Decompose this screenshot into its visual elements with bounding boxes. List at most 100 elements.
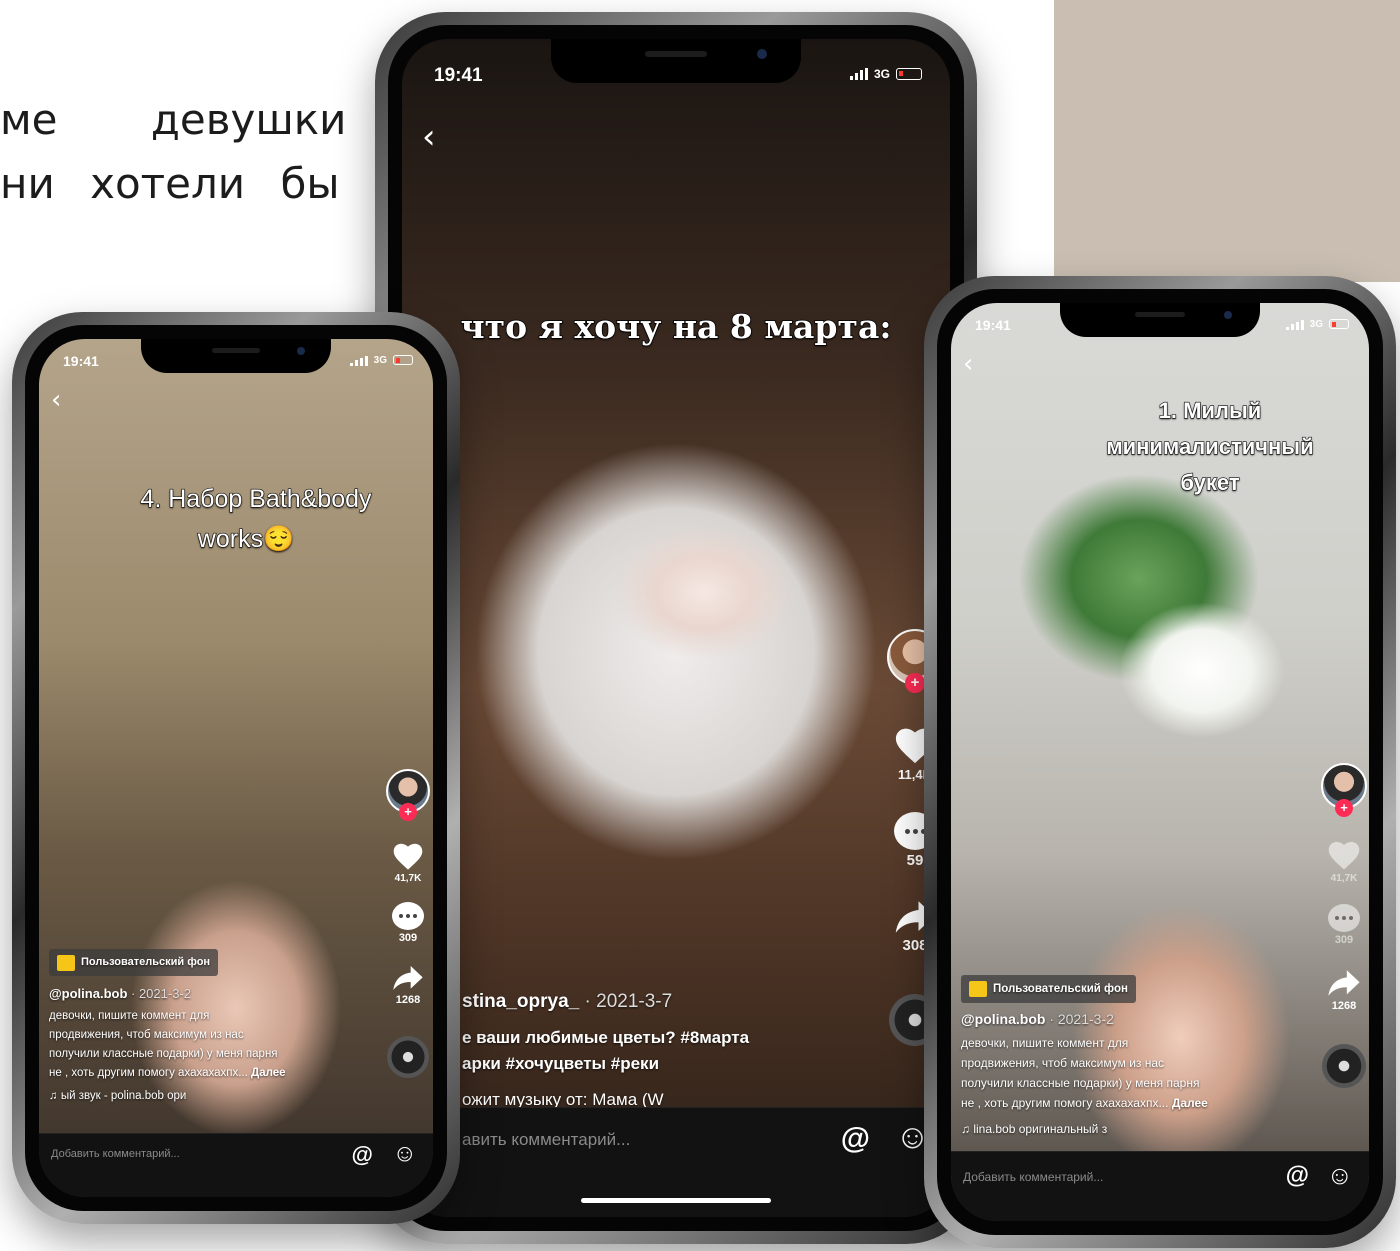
slide-text-line-1: ме девушки	[0, 95, 347, 144]
share-arrow-icon	[1328, 970, 1360, 996]
post-date: · 2021-3-2	[1049, 1011, 1114, 1027]
video-overlay-title: 4. Набор Bath&body works😌	[39, 479, 433, 559]
username[interactable]: @polina.bob	[961, 1011, 1045, 1027]
comment-count: 309	[1334, 934, 1354, 946]
music-disc-icon[interactable]	[387, 1036, 429, 1078]
follow-plus-icon[interactable]: +	[1335, 799, 1353, 817]
comment-bar: авить комментарий... @ ☺	[402, 1107, 950, 1217]
notch	[1060, 303, 1260, 337]
overlay-title-line: букет	[1180, 469, 1240, 495]
follow-plus-icon[interactable]: +	[399, 803, 417, 821]
username[interactable]: @polina.bob	[49, 986, 127, 1001]
comment-bubble-icon	[392, 902, 424, 930]
comment-bubble-icon	[1328, 904, 1360, 932]
username[interactable]: stina_oprya_	[462, 991, 579, 1012]
post-date: · 2021-3-2	[131, 985, 191, 1001]
video-info: Пользовательский фон @polina.bob · 2021-…	[49, 949, 359, 1106]
status-time: 19:41	[434, 65, 483, 86]
music-ticker[interactable]: ♫ ый звук - polina.bob ори	[49, 1087, 359, 1106]
caption-line: получили классные подарки) у меня парня	[961, 1076, 1200, 1090]
star-icon	[969, 981, 987, 997]
signal-icon	[349, 354, 368, 366]
back-chevron-icon[interactable]: ‹	[963, 349, 973, 379]
comment-button[interactable]: 309	[1328, 904, 1360, 946]
share-count: 1268	[1331, 1000, 1357, 1012]
network-label: 3G	[1309, 318, 1323, 330]
signal-icon	[1285, 318, 1304, 330]
heart-icon	[1328, 841, 1360, 870]
phone-right: 19:41 3G ‹ 1. Милый минималистичный буке…	[924, 276, 1396, 1248]
phone-left: 19:41 3G ‹ 4. Набор Bath&body works😌 + 4…	[12, 312, 460, 1224]
overlay-title-line: минималистичный	[1106, 433, 1314, 459]
caption-line: не , хоть другим помогу ахахахахпх...	[961, 1096, 1169, 1110]
caption-line: арки #хочуцветы #реки	[462, 1054, 660, 1073]
status-time: 19:41	[975, 317, 1011, 333]
music-label: ый звук - polina.bob ори	[60, 1089, 187, 1102]
video-screen-middle[interactable]: 19:41 3G ‹ что я хочу на 8 марта: + 11,4…	[402, 39, 950, 1217]
notch	[141, 339, 331, 373]
back-chevron-icon[interactable]: ‹	[422, 117, 436, 157]
like-button[interactable]: 41,7K	[1326, 839, 1362, 884]
mention-icon[interactable]: @	[841, 1122, 870, 1156]
phone-middle: 19:41 3G ‹ что я хочу на 8 марта: + 11,4…	[375, 12, 977, 1244]
comment-input[interactable]: авить комментарий...	[462, 1130, 630, 1150]
home-indicator	[581, 1198, 771, 1203]
comment-count: 309	[398, 932, 418, 944]
video-screen-left[interactable]: 19:41 3G ‹ 4. Набор Bath&body works😌 + 4…	[39, 339, 433, 1197]
mention-icon[interactable]: @	[352, 1142, 373, 1168]
overlay-title-line: 4. Набор Bath&body	[140, 484, 372, 513]
like-count: 41,7K	[394, 873, 422, 884]
network-label: 3G	[873, 67, 890, 81]
action-column: + 41,7K 309 1268	[1319, 763, 1369, 1088]
creator-avatar[interactable]: +	[1321, 763, 1367, 817]
like-count: 41,7K	[1330, 873, 1358, 884]
caption-line: продвижения, чтоб максимум из нас	[49, 1028, 244, 1041]
custom-background-badge: Пользовательский фон	[961, 975, 1136, 1003]
share-button[interactable]: 1268	[392, 964, 424, 1006]
network-label: 3G	[373, 354, 387, 366]
caption-line: не , хоть другим помогу ахахахахпх...	[49, 1066, 248, 1079]
music-ticker[interactable]: ♫ lina.bob оригинальный з	[961, 1119, 1291, 1139]
more-link[interactable]: Далее	[1172, 1096, 1208, 1110]
video-screen-right[interactable]: 19:41 3G ‹ 1. Милый минималистичный буке…	[951, 303, 1369, 1221]
notch	[551, 39, 801, 83]
battery-icon	[393, 355, 413, 365]
comment-button[interactable]: 309	[392, 902, 424, 944]
beige-decor-panel	[1054, 0, 1400, 282]
more-link[interactable]: Далее	[251, 1067, 286, 1079]
comment-bar: Добавить комментарий... @ ☺	[951, 1151, 1369, 1221]
battery-icon	[896, 68, 922, 80]
music-note-icon: ♫	[961, 1122, 970, 1136]
battery-icon	[1329, 319, 1349, 329]
comment-input[interactable]: Добавить комментарий...	[51, 1148, 180, 1160]
status-time: 19:41	[63, 353, 99, 369]
custom-background-badge: Пользовательский фон	[49, 949, 219, 976]
slide-text-line-2: ни хотели бы	[0, 159, 340, 208]
video-overlay-title: что я хочу на 8 марта:	[460, 306, 893, 347]
caption-line: получили классные подарки) у меня парня	[49, 1047, 278, 1060]
mention-icon[interactable]: @	[1286, 1162, 1309, 1190]
star-icon	[57, 954, 75, 971]
caption-line: девочки, пишите коммент для	[961, 1036, 1129, 1050]
share-button[interactable]: 1268	[1327, 968, 1361, 1012]
creator-avatar[interactable]: +	[386, 769, 430, 821]
emoji-icon[interactable]: ☺	[1326, 1160, 1353, 1191]
music-label: lina.bob оригинальный з	[973, 1122, 1108, 1136]
follow-plus-icon[interactable]: +	[905, 673, 925, 693]
like-button[interactable]: 41,7K	[391, 841, 425, 884]
heart-icon	[393, 843, 423, 870]
overlay-title-line: 1. Милый	[1158, 397, 1262, 423]
comment-input[interactable]: Добавить комментарий...	[963, 1170, 1103, 1184]
comment-bar: Добавить комментарий... @ ☺	[39, 1133, 433, 1197]
overlay-title-line: works😌	[197, 524, 295, 553]
emoji-icon[interactable]: ☺	[392, 1140, 417, 1168]
music-disc-icon[interactable]	[1322, 1044, 1366, 1088]
badge-label: Пользовательский фон	[81, 956, 211, 968]
share-count: 1268	[395, 994, 421, 1006]
back-chevron-icon[interactable]: ‹	[51, 385, 61, 415]
action-column: + 41,7K 309 1268	[383, 769, 433, 1078]
signal-icon	[849, 68, 868, 80]
slide-text: ме девушки ни хотели бы	[0, 88, 347, 216]
badge-label: Пользовательский фон	[993, 983, 1128, 995]
post-date: · 2021-3-7	[584, 991, 673, 1012]
